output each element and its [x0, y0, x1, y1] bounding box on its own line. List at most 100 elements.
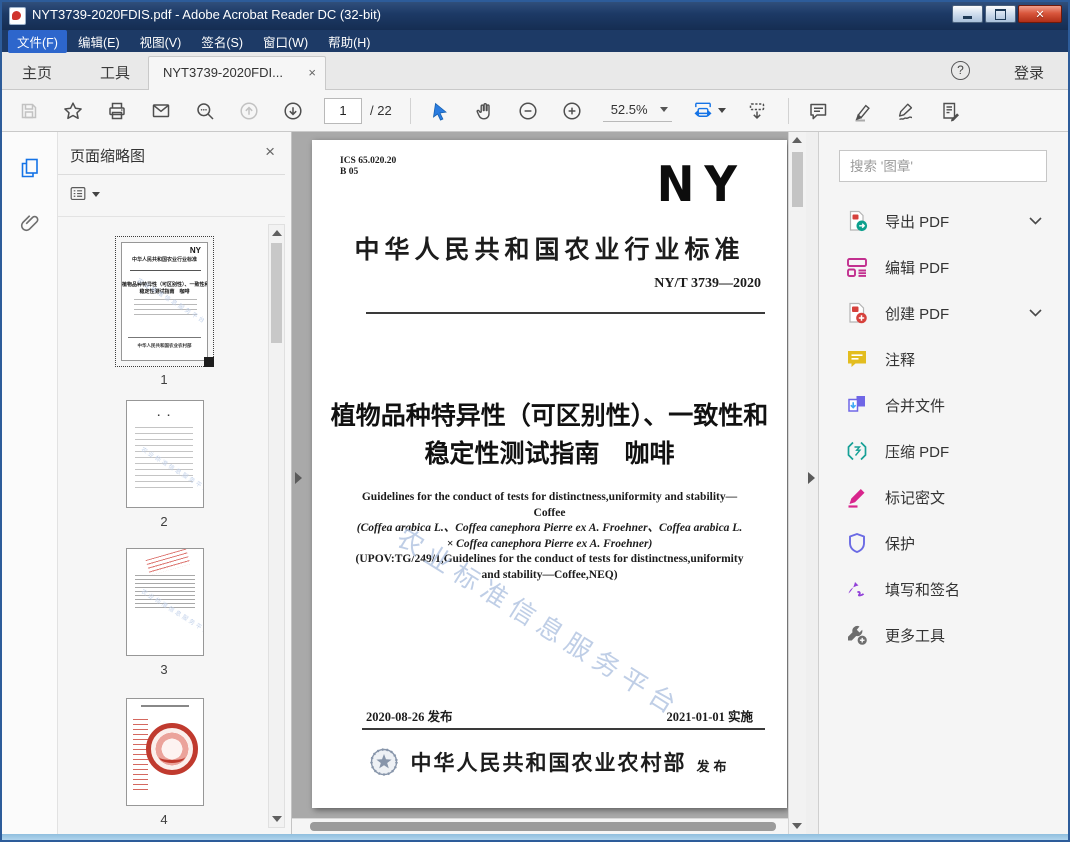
- zoom-level-value: 52.5%: [610, 102, 648, 117]
- scroll-mode-button[interactable]: [744, 98, 770, 124]
- restore-icon: [995, 8, 1006, 20]
- vertical-scrollbar[interactable]: [788, 132, 806, 834]
- help-icon[interactable]: ?: [951, 61, 970, 80]
- tool-create-pdf[interactable]: 创建 PDF: [819, 290, 1068, 336]
- ics-code: ICS 65.020.20 B 05: [340, 156, 397, 177]
- scrollbar-thumb[interactable]: [792, 152, 803, 207]
- tool-fill-sign[interactable]: 填写和签名: [819, 566, 1068, 612]
- thumbnail-scrollbar[interactable]: [268, 224, 285, 828]
- attachments-rail-button[interactable]: [14, 208, 46, 240]
- thumbnail-page-3[interactable]: 农业标准信息服务平台: [126, 548, 204, 656]
- tool-export-pdf[interactable]: 导出 PDF: [819, 198, 1068, 244]
- thumbnail-options-button[interactable]: [68, 184, 100, 204]
- scroll-down-icon[interactable]: [272, 816, 282, 822]
- restore-button[interactable]: [985, 5, 1016, 23]
- page-thumbnails-panel: 页面缩略图 × NY 中华人民共和国农业行业标准 植物品种特异性（可区别性）、一…: [58, 132, 292, 834]
- panel-close-icon[interactable]: ×: [265, 142, 275, 162]
- thumbnail-page-2[interactable]: ▪ ▪ 农业标准信息服务平台: [126, 400, 204, 508]
- tool-protect[interactable]: 保护: [819, 520, 1068, 566]
- save-button[interactable]: [16, 98, 42, 124]
- tab-tools[interactable]: 工具: [100, 62, 130, 83]
- highlight-tool-button[interactable]: [849, 98, 875, 124]
- page-thumbnails-icon: [21, 158, 38, 178]
- menu-window[interactable]: 窗口(W): [254, 30, 317, 53]
- tools-search-input[interactable]: [839, 150, 1047, 182]
- publisher-row: 中华人民共和国农业农村部 发布: [312, 746, 787, 778]
- menu-view[interactable]: 视图(V): [131, 30, 191, 53]
- tab-document-label: NYT3739-2020FDI...: [163, 65, 283, 80]
- tab-document[interactable]: NYT3739-2020FDI... ×: [148, 56, 326, 90]
- document-title-line1: 植物品种特异性（可区别性）、一致性和: [330, 402, 769, 430]
- toolbar: / 22 52.5%: [0, 90, 1070, 132]
- zoom-level-dropdown[interactable]: 52.5%: [602, 99, 672, 122]
- scroll-up-icon[interactable]: [792, 137, 802, 143]
- search-button[interactable]: [192, 98, 218, 124]
- tab-home[interactable]: 主页: [22, 62, 52, 83]
- print-button[interactable]: [104, 98, 130, 124]
- tool-edit-pdf[interactable]: 编辑 PDF: [819, 244, 1068, 290]
- signature-pen-icon: [898, 103, 912, 120]
- collapse-tools-arrow[interactable]: [808, 472, 815, 484]
- divider: [58, 216, 285, 217]
- options-list-icon: [70, 187, 86, 201]
- tool-redact[interactable]: 标记密文: [819, 474, 1068, 520]
- zoom-out-icon: [519, 101, 537, 120]
- minimize-icon: [963, 16, 972, 19]
- document-title-line2: 稳定性测试指南 咖啡: [424, 440, 675, 468]
- thumbnail-page-4[interactable]: [126, 698, 204, 806]
- scroll-down-icon[interactable]: [792, 823, 802, 829]
- horizontal-rule: [362, 728, 765, 730]
- fit-width-button[interactable]: [692, 98, 726, 124]
- chevron-down-icon[interactable]: [1029, 217, 1042, 225]
- highlighter-icon: [855, 104, 870, 121]
- page-up-icon: [240, 101, 258, 120]
- thumbnail-page-1[interactable]: NY 中华人民共和国农业行业标准 植物品种特异性（可区别性）、一致性和 稳定性测…: [115, 236, 214, 367]
- tool-compress-pdf[interactable]: 压缩 PDF: [819, 428, 1068, 474]
- hand-icon: [476, 102, 490, 119]
- fill-sign-tool-button[interactable]: [937, 98, 963, 124]
- next-page-button[interactable]: [280, 98, 306, 124]
- email-icon: [152, 103, 170, 117]
- tools-search: [839, 150, 1047, 182]
- page-number-input[interactable]: [324, 97, 362, 124]
- selection-handle[interactable]: [204, 357, 214, 367]
- fill-sign-icon: [942, 102, 959, 121]
- star-button[interactable]: [60, 98, 86, 124]
- menu-help[interactable]: 帮助(H): [319, 30, 379, 53]
- toolbar-separator: [409, 97, 411, 124]
- menu-file[interactable]: 文件(F): [8, 29, 67, 53]
- hand-tool-button[interactable]: [471, 98, 497, 124]
- mini-red-seal: [146, 723, 198, 775]
- page-total-label: / 22: [370, 103, 392, 118]
- previous-page-button[interactable]: [236, 98, 262, 124]
- scrollbar-thumb[interactable]: [310, 822, 776, 831]
- zoom-in-icon: [563, 101, 581, 120]
- tool-comment[interactable]: 注释: [819, 336, 1068, 382]
- divider: [58, 174, 285, 175]
- zoom-in-button[interactable]: [559, 98, 585, 124]
- ministry-emblem: [370, 748, 399, 776]
- standard-heading: 中华人民共和国农业行业标准: [354, 237, 745, 264]
- menu-edit[interactable]: 编辑(E): [69, 30, 129, 53]
- comment-tool-button[interactable]: [805, 98, 831, 124]
- menu-sign[interactable]: 签名(S): [192, 30, 252, 53]
- select-tool-button[interactable]: [427, 98, 453, 124]
- email-button[interactable]: [148, 98, 174, 124]
- login-button[interactable]: 登录: [1014, 62, 1044, 83]
- scroll-up-icon[interactable]: [272, 230, 282, 236]
- panel-title: 页面缩略图: [70, 148, 146, 165]
- tool-more-tools[interactable]: 更多工具: [819, 612, 1068, 658]
- collapse-panel-arrow[interactable]: [295, 472, 302, 484]
- zoom-out-button[interactable]: [515, 98, 541, 124]
- horizontal-scrollbar[interactable]: [292, 818, 788, 834]
- close-button[interactable]: ✕: [1018, 5, 1062, 23]
- tool-combine-files[interactable]: 合并文件: [819, 382, 1068, 428]
- chevron-down-icon[interactable]: [1029, 309, 1042, 317]
- minimize-button[interactable]: [952, 5, 983, 23]
- page-thumbnails-rail-button[interactable]: [14, 152, 46, 184]
- more-tools-icon: [848, 626, 867, 645]
- tab-close-icon[interactable]: ×: [308, 65, 316, 80]
- sign-tool-button[interactable]: [893, 98, 919, 124]
- scrollbar-thumb[interactable]: [271, 243, 282, 343]
- cursor-icon: [432, 102, 447, 121]
